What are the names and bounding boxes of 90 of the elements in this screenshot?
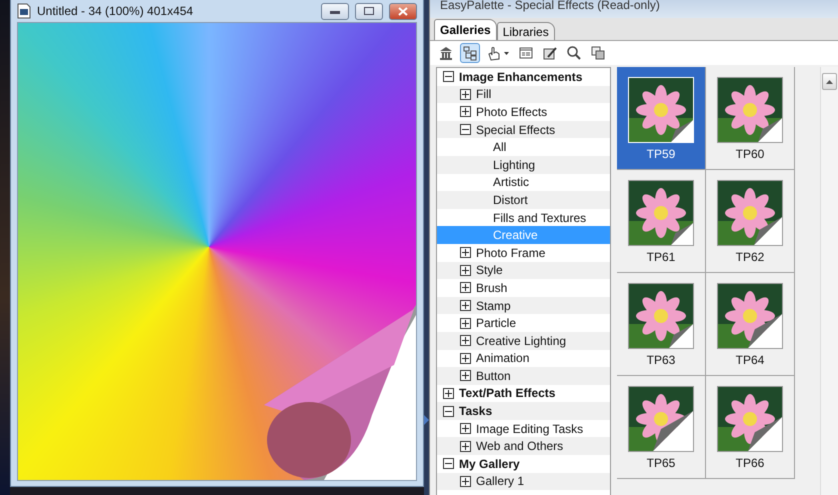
window-icon bbox=[518, 45, 534, 61]
edit-picture-icon bbox=[542, 45, 558, 61]
minimize-button[interactable] bbox=[321, 2, 349, 20]
plus-icon bbox=[462, 425, 469, 432]
maximize-icon bbox=[364, 7, 374, 15]
expand-toggle[interactable] bbox=[460, 423, 471, 434]
collapse-toggle[interactable] bbox=[443, 458, 454, 470]
window-title: Untitled - 34 (100%) 401x454 bbox=[37, 4, 194, 18]
document-icon bbox=[17, 3, 31, 19]
expand-toggle[interactable] bbox=[460, 318, 471, 329]
thumbnail-label: TP65 bbox=[646, 456, 676, 470]
thumbnail-label: TP61 bbox=[646, 250, 676, 264]
plus-icon bbox=[462, 320, 469, 327]
close-button[interactable] bbox=[389, 2, 417, 20]
collapse-toggle[interactable] bbox=[443, 406, 454, 417]
tree-item[interactable]: Web and Others bbox=[437, 437, 610, 456]
tree-item[interactable]: Lighting bbox=[437, 156, 610, 174]
expand-toggle[interactable] bbox=[460, 370, 471, 382]
plus-icon bbox=[462, 442, 469, 450]
collapse-toggle[interactable] bbox=[443, 71, 454, 82]
tree-item[interactable]: Special Effects bbox=[437, 120, 610, 138]
flower-thumbnail bbox=[628, 180, 694, 246]
expand-toggle[interactable] bbox=[460, 440, 471, 452]
expand-toggle[interactable] bbox=[460, 106, 471, 118]
thumbnail-label: TP59 bbox=[646, 147, 676, 161]
thumbnail-label: TP64 bbox=[736, 353, 764, 367]
tree-item[interactable]: Distort bbox=[437, 191, 610, 209]
plus-icon bbox=[462, 478, 469, 485]
expand-toggle[interactable] bbox=[460, 300, 471, 312]
tree-item[interactable]: Gallery 1 bbox=[437, 472, 610, 490]
expand-toggle[interactable] bbox=[460, 247, 471, 258]
toolbar-button[interactable] bbox=[460, 43, 480, 63]
flower-thumbnail bbox=[628, 283, 694, 349]
tab[interactable]: Libraries bbox=[496, 22, 555, 40]
flower-thumbnail bbox=[717, 180, 783, 246]
layers-icon bbox=[590, 45, 606, 61]
plus-icon bbox=[462, 337, 469, 344]
tree-item[interactable]: Stamp bbox=[437, 296, 610, 314]
splitter-arrow-icon bbox=[424, 415, 429, 425]
thumbnail-item[interactable]: TP62 bbox=[706, 170, 795, 273]
maximize-button[interactable] bbox=[355, 2, 383, 20]
tree-item[interactable]: Button bbox=[437, 367, 610, 385]
tree-item[interactable]: Style bbox=[437, 262, 610, 280]
tree-item[interactable]: Text/Path Effects bbox=[437, 384, 610, 402]
expand-toggle[interactable] bbox=[460, 88, 471, 100]
plus-icon bbox=[462, 284, 469, 292]
scroll-up-icon bbox=[826, 80, 833, 84]
tree-view-icon bbox=[462, 45, 478, 61]
close-icon bbox=[398, 6, 408, 16]
plus-icon bbox=[462, 249, 469, 256]
thumbnail-item[interactable]: TP61 bbox=[617, 170, 706, 273]
flower-thumbnail bbox=[628, 77, 694, 143]
expand-toggle[interactable] bbox=[460, 352, 471, 364]
flower-thumbnail bbox=[717, 283, 783, 349]
expand-toggle[interactable] bbox=[460, 476, 471, 487]
scrollbar[interactable] bbox=[820, 67, 838, 495]
plus-icon bbox=[445, 390, 452, 397]
plus-icon bbox=[462, 302, 469, 310]
thumbnail-item[interactable]: TP60 bbox=[706, 67, 795, 170]
thumbnail-label: TP60 bbox=[736, 147, 764, 161]
collapse-toggle[interactable] bbox=[460, 124, 471, 136]
thumbnail-item[interactable]: TP66 bbox=[706, 376, 795, 479]
tree-item[interactable]: Creative Lighting bbox=[437, 332, 610, 350]
plus-icon bbox=[462, 266, 469, 274]
palette-title: EasyPalette - Special Effects (Read-only) bbox=[430, 0, 838, 18]
thumbnail-label: TP63 bbox=[646, 353, 676, 367]
hand-pointer-icon bbox=[486, 45, 510, 61]
expand-toggle[interactable] bbox=[443, 388, 454, 399]
expand-toggle[interactable] bbox=[460, 264, 471, 276]
expand-toggle[interactable] bbox=[460, 335, 471, 346]
plus-icon bbox=[462, 354, 469, 362]
thumbnail-label: TP66 bbox=[736, 456, 764, 470]
flower-thumbnail bbox=[628, 386, 694, 452]
thumbnail-item[interactable]: TP59 bbox=[617, 67, 706, 170]
building-icon bbox=[438, 45, 454, 61]
expand-toggle[interactable] bbox=[460, 282, 471, 294]
tab[interactable]: Galleries bbox=[434, 19, 497, 40]
minimize-icon bbox=[330, 8, 340, 14]
plus-icon bbox=[462, 372, 469, 380]
flower-thumbnail bbox=[717, 77, 783, 143]
thumbnail-item[interactable]: TP64 bbox=[706, 273, 795, 376]
tree-item[interactable]: Tasks bbox=[437, 402, 610, 420]
plus-icon bbox=[462, 90, 469, 98]
search-icon bbox=[566, 45, 582, 61]
tree-item[interactable]: Fill bbox=[437, 86, 610, 104]
plus-icon bbox=[462, 108, 469, 116]
flower-thumbnail bbox=[717, 386, 783, 452]
thumbnail-item[interactable]: TP65 bbox=[617, 376, 706, 479]
thumbnail-item[interactable]: TP63 bbox=[617, 273, 706, 376]
thumbnail-label: TP62 bbox=[736, 250, 764, 264]
